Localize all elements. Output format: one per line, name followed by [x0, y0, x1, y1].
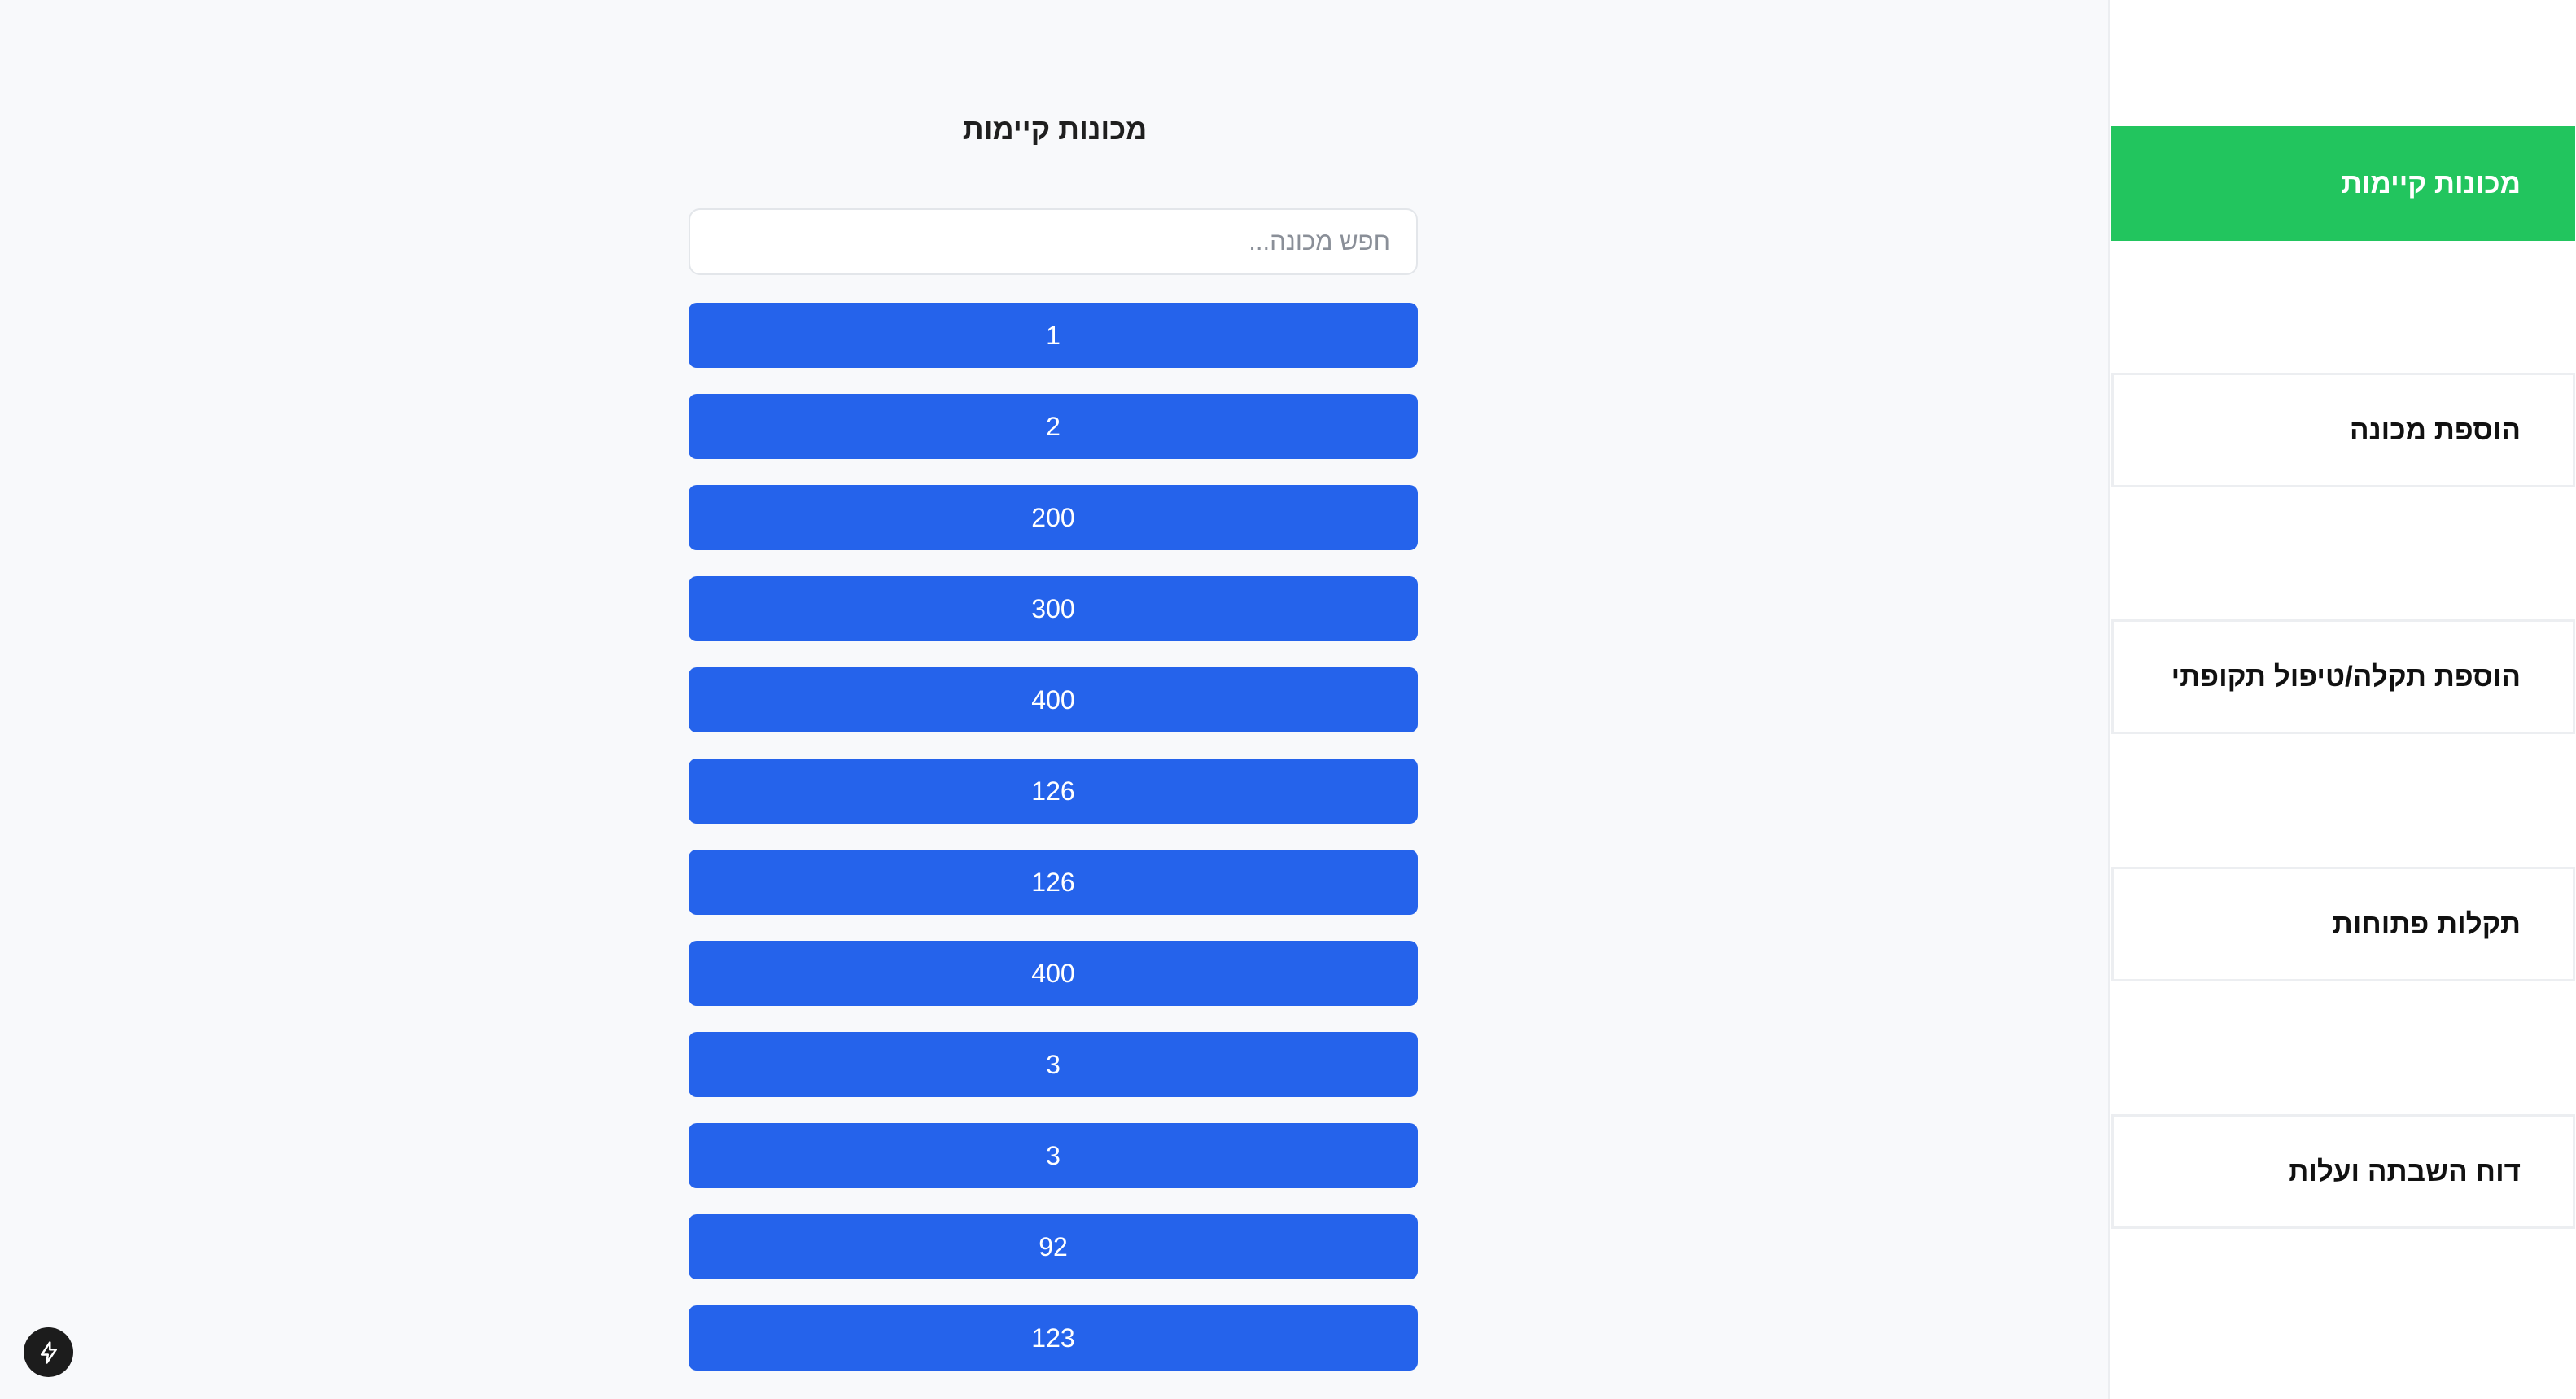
search-input[interactable]: [689, 208, 1418, 275]
machine-button[interactable]: 400: [689, 941, 1418, 1006]
sidebar-item-downtime-report[interactable]: דוח השבתה ועלות: [2111, 1114, 2575, 1229]
sidebar-item-existing-machines[interactable]: מכונות קיימות: [2111, 126, 2575, 241]
machine-button[interactable]: 300: [689, 576, 1418, 641]
machine-list: 1 2 200 300 400 126 126 400 3 3 92 123: [689, 303, 1418, 1397]
machine-button[interactable]: 3: [689, 1123, 1418, 1188]
machine-button[interactable]: 123: [689, 1305, 1418, 1371]
app-page: מכונות קיימות 1 2 200 300 400 126 126 40…: [0, 0, 2576, 1399]
main-content: מכונות קיימות 1 2 200 300 400 126 126 40…: [0, 0, 2108, 1399]
sidebar: מכונות קיימות הוספת מכונה הוספת תקלה/טיפ…: [2108, 0, 2576, 1399]
sidebar-item-add-machine[interactable]: הוספת מכונה: [2111, 373, 2575, 487]
page-title: מכונות קיימות: [962, 112, 1148, 146]
machine-button[interactable]: 92: [689, 1214, 1418, 1279]
machine-button[interactable]: 3: [689, 1032, 1418, 1097]
machine-button[interactable]: 126: [689, 850, 1418, 915]
lightning-bolt-button[interactable]: [24, 1327, 73, 1377]
lightning-bolt-icon: [40, 1340, 57, 1364]
machine-button[interactable]: 400: [689, 667, 1418, 732]
sidebar-item-open-faults[interactable]: תקלות פתוחות: [2111, 867, 2575, 981]
sidebar-item-add-fault[interactable]: הוספת תקלה/טיפול תקופתי: [2111, 619, 2575, 734]
machine-button[interactable]: 200: [689, 485, 1418, 550]
machine-button[interactable]: 1: [689, 303, 1418, 368]
machine-button[interactable]: 126: [689, 759, 1418, 824]
machine-button[interactable]: 2: [689, 394, 1418, 459]
